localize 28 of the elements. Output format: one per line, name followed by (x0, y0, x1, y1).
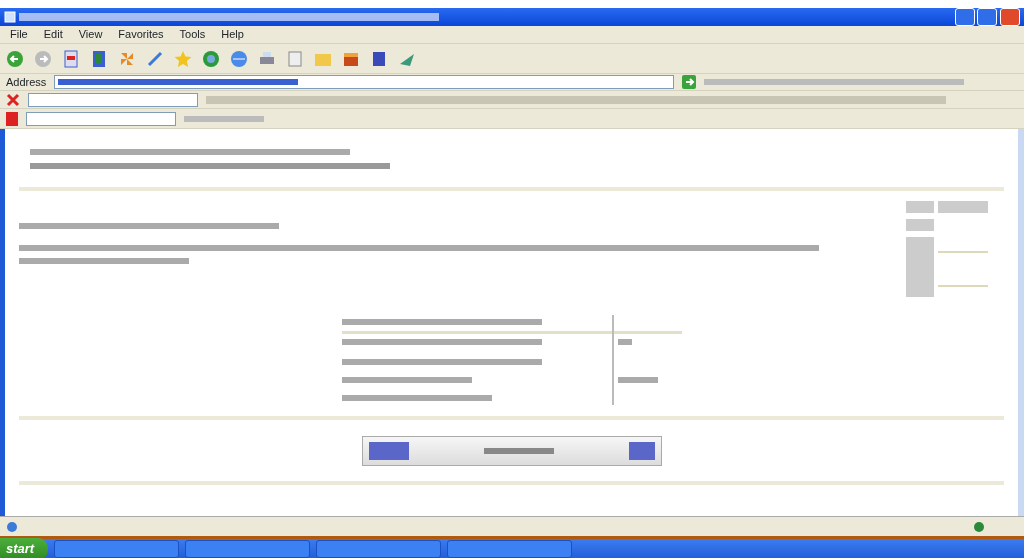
taskbar-button[interactable] (185, 539, 311, 558)
star-icon[interactable] (174, 49, 192, 68)
close-button[interactable] (1000, 8, 1020, 26)
menu-item[interactable]: Edit (39, 26, 67, 43)
toolbar-icon[interactable] (6, 111, 18, 126)
zone-icon (973, 520, 985, 533)
taskbar-button[interactable] (54, 539, 180, 558)
address-field[interactable] (54, 75, 675, 89)
forward-icon[interactable] (34, 49, 52, 68)
menu-item[interactable]: Tools (175, 26, 210, 43)
search-field[interactable] (28, 92, 198, 107)
go-icon[interactable] (682, 75, 697, 89)
maximize-button[interactable] (977, 8, 998, 26)
minimize-button[interactable] (954, 8, 975, 26)
menu-item[interactable]: View (74, 26, 107, 43)
text-field[interactable] (26, 111, 176, 126)
toolbar-icon[interactable] (6, 92, 20, 107)
taskbar-button[interactable] (447, 539, 573, 558)
menu-item[interactable]: Help (217, 26, 248, 43)
wand-icon[interactable] (146, 49, 164, 68)
window-icon (4, 11, 16, 23)
menu-item[interactable]: File (6, 26, 32, 43)
back-icon[interactable] (6, 49, 24, 68)
menu-item[interactable]: Favorites (114, 26, 168, 43)
taskbar-button[interactable] (316, 539, 442, 558)
start-button[interactable]: start (0, 537, 49, 558)
illegible-text-drawing (483, 447, 554, 454)
address-label: Address (6, 74, 47, 90)
